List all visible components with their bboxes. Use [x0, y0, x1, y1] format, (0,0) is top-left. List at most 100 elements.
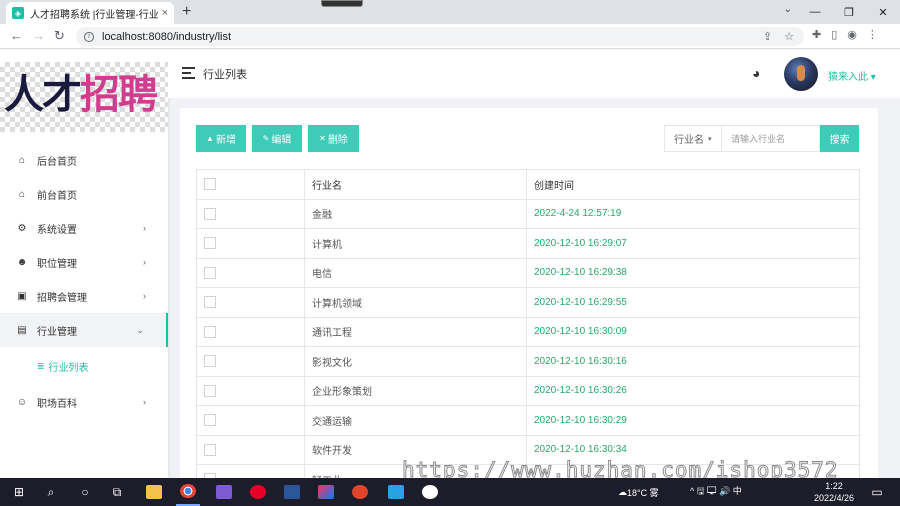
delete-button[interactable]: ✕ 删除 [308, 125, 359, 152]
restore-icon[interactable]: ❐ [832, 0, 866, 24]
sidebar-item-job-fair-management[interactable]: ▣ 招聘会管理 › [0, 279, 168, 313]
palette-icon[interactable]: ◕ [752, 65, 760, 81]
add-button[interactable]: ▲ 新增 [196, 125, 246, 152]
table-row[interactable]: 企业形象策划 2020-12-10 16:30:26 [196, 375, 860, 406]
column-header-industry-name: 行业名 [304, 169, 527, 200]
task-view-icon[interactable]: ⧉ [106, 478, 128, 506]
sidebar-item-industry-management[interactable]: ▤ 行业管理 ⌄ [0, 313, 168, 347]
people-outline-icon: ☺ [16, 396, 28, 408]
row-checkbox[interactable] [204, 296, 216, 309]
notification-icon[interactable]: ▭ [868, 478, 886, 506]
search-button[interactable]: 搜索 [820, 125, 859, 152]
sidebar-item-label: 招聘会管理 [37, 292, 87, 304]
file-explorer-icon[interactable] [142, 478, 166, 506]
close-tab-icon[interactable]: × [162, 7, 168, 19]
chevron-right-icon: › [143, 291, 146, 301]
back-icon[interactable]: ← [10, 28, 23, 43]
add-button-label: 新增 [215, 135, 236, 146]
row-checkbox[interactable] [204, 237, 216, 250]
table-header-row: 行业名 创建时间 [196, 169, 860, 200]
people-icon: ☻ [16, 256, 28, 268]
weather-widget[interactable]: ☁ 18°C 雾 [618, 478, 659, 506]
favicon-icon: ◈ [12, 7, 24, 19]
clock[interactable]: 1:22 2022/4/26 [808, 480, 860, 504]
row-checkbox[interactable] [204, 384, 216, 397]
system-tray[interactable]: ^ 🖫 🖵 🔊 中 [690, 478, 742, 506]
word-icon[interactable] [280, 478, 304, 506]
typora-icon[interactable] [418, 478, 442, 506]
search-icon[interactable]: ⌕ [40, 478, 62, 506]
user-menu[interactable]: 猿来入此 ▾ [828, 68, 876, 83]
table-row[interactable]: 通讯工程 2020-12-10 16:30:09 [196, 316, 860, 347]
sidebar-item-career-wiki[interactable]: ☺ 职场百科 › [0, 385, 168, 419]
browser-tab[interactable]: ◈ 人才招聘系统 |行业管理-行业列表 × [6, 2, 174, 24]
home-icon: ⌂ [18, 188, 26, 200]
reload-icon[interactable]: ↻ [54, 28, 65, 44]
sidebar-item-position-management[interactable]: ☻ 职位管理 › [0, 245, 168, 279]
industry-name-cell: 软件开发 [304, 434, 527, 465]
table-row[interactable]: 交通运输 2020-12-10 16:30:29 [196, 405, 860, 436]
extensions-icon[interactable]: ✚ [812, 28, 821, 41]
sidebar: 人才招聘 ⌂ 后台首页 ⌂ 前台首页 ⚙ 系统设置 › ☻ 职位管理 › ▣ 招… [0, 50, 168, 478]
chevron-down-icon: ⌄ [136, 324, 144, 335]
search-field-select[interactable]: 行业名 ▾ [664, 125, 722, 152]
created-time-cell: 2020-12-10 16:29:38 [526, 257, 860, 288]
logo-text-a: 人才 [4, 71, 82, 118]
sidebar-item-admin-home[interactable]: ⌂ 后台首页 [0, 143, 168, 177]
visual-studio-icon[interactable] [212, 478, 236, 506]
row-checkbox[interactable] [204, 355, 216, 368]
row-checkbox[interactable] [204, 266, 216, 279]
content-card: ▲ 新增 ✎ 编辑 ✕ 删除 行业名 ▾ 搜索 行业名 创建时 [180, 108, 878, 478]
chevron-right-icon: › [143, 397, 146, 407]
table-row[interactable]: 影视文化 2020-12-10 16:30:16 [196, 346, 860, 377]
forward-icon[interactable]: → [32, 28, 45, 43]
search-input[interactable] [722, 125, 820, 152]
cortana-icon[interactable]: ○ [74, 478, 96, 506]
sidebar-subitem-industry-list[interactable]: ≣ 行业列表 [0, 347, 168, 385]
industry-name-cell: 计算机领域 [304, 287, 527, 318]
table-row[interactable]: 金融 2022-4-24 12:57:19 [196, 198, 860, 229]
intellij-icon[interactable] [314, 478, 338, 506]
netease-music-icon[interactable] [246, 478, 270, 506]
minimize-icon[interactable]: — [798, 0, 832, 24]
sidebar-item-system-settings[interactable]: ⚙ 系统设置 › [0, 211, 168, 245]
share-icon[interactable]: ⇪ [763, 30, 772, 43]
side-panel-icon[interactable]: ▯ [831, 28, 837, 41]
pencil-icon: ✎ [262, 134, 270, 143]
close-window-icon[interactable]: ✕ [866, 0, 900, 24]
profile-icon[interactable]: ◉ [847, 28, 857, 41]
address-bar[interactable]: i localhost:8080/industry/list ⇪ ☆ [76, 27, 804, 46]
table-row[interactable]: 轻工业 [196, 464, 860, 478]
created-time-cell: 2020-12-10 16:29:55 [526, 287, 860, 318]
delete-button-label: 删除 [327, 135, 348, 146]
row-checkbox[interactable] [204, 443, 216, 456]
edit-button[interactable]: ✎ 编辑 [252, 125, 302, 152]
industry-table: 行业名 创建时间 金融 2022-4-24 12:57:19 计算机 2020-12… [196, 169, 860, 478]
table-row[interactable]: 计算机 2020-12-10 16:29:07 [196, 228, 860, 259]
tab-search-icon[interactable]: ⌄ [784, 4, 792, 15]
row-checkbox[interactable] [204, 414, 216, 427]
sidebar-item-label: 行业管理 [37, 326, 77, 338]
table-row[interactable]: 计算机领域 2020-12-10 16:29:55 [196, 287, 860, 318]
created-time-cell: 2020-12-10 16:30:26 [526, 375, 860, 406]
chrome-icon[interactable] [176, 478, 200, 506]
weather-text: 18°C 雾 [627, 487, 659, 498]
site-info-icon[interactable]: i [84, 31, 94, 42]
game-app-icon[interactable] [348, 478, 372, 506]
sidebar-item-front-home[interactable]: ⌂ 前台首页 [0, 177, 168, 211]
new-tab-button[interactable]: + [182, 3, 191, 21]
avatar[interactable] [784, 57, 818, 91]
bookmark-star-icon[interactable]: ☆ [784, 30, 794, 43]
created-time-cell: 2020-12-10 16:30:09 [526, 316, 860, 347]
table-row[interactable]: 软件开发 2020-12-10 16:30:34 [196, 434, 860, 465]
browser-menu-icon[interactable]: ⋮ [867, 28, 878, 41]
row-checkbox[interactable] [204, 325, 216, 338]
app-root: 人才招聘 ⌂ 后台首页 ⌂ 前台首页 ⚙ 系统设置 › ☻ 职位管理 › ▣ 招… [0, 50, 900, 478]
select-all-checkbox[interactable] [204, 178, 216, 191]
row-checkbox[interactable] [204, 207, 216, 220]
windows-start-icon[interactable]: ⊞ [8, 478, 30, 506]
menu-toggle-icon[interactable] [182, 67, 195, 79]
table-row[interactable]: 电信 2020-12-10 16:29:38 [196, 257, 860, 288]
created-time-cell: 2020-12-10 16:30:34 [526, 434, 860, 465]
app-icon[interactable] [384, 478, 408, 506]
